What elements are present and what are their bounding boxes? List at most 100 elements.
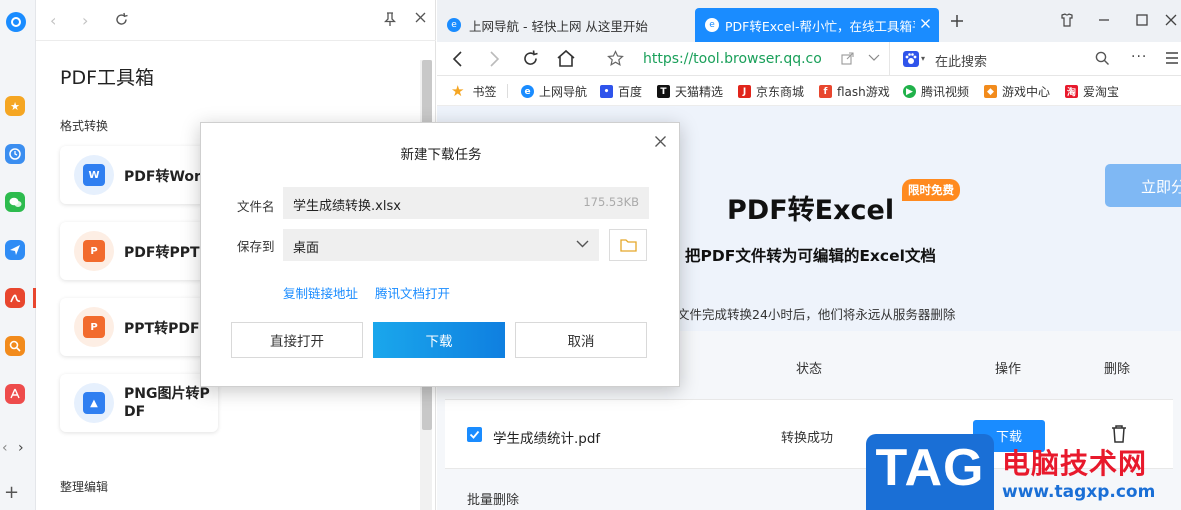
tag-logo-text: TAG — [875, 439, 985, 497]
bookmark-flash-games[interactable]: f flash游戏 — [819, 83, 890, 100]
share-now-button[interactable]: 立即分 — [1105, 164, 1181, 207]
tencent-video-icon: ▶ — [903, 85, 916, 98]
bookmark-divider — [507, 84, 508, 98]
history-clock-icon[interactable] — [5, 144, 25, 164]
bookmark-label: 天猫精选 — [675, 85, 724, 99]
share-icon[interactable] — [841, 52, 854, 65]
bookmark-label: 游戏中心 — [1002, 85, 1051, 99]
refresh-icon[interactable] — [521, 49, 540, 68]
panel-close-icon[interactable] — [414, 11, 427, 24]
bookmark-aitaobao[interactable]: 淘 爱淘宝 — [1065, 83, 1119, 100]
chevron-down-icon — [576, 239, 589, 249]
bookmark-tmall[interactable]: T 天猫精选 — [657, 83, 723, 100]
star-icon: ★ — [451, 82, 465, 100]
bookmarks-bar: ★ 书签 e 上网导航 • 百度 T 天猫精选 J 京东商城 f flash游戏… — [437, 76, 1181, 106]
dialog-close-icon[interactable] — [654, 135, 667, 148]
address-bar: https://tool.browser.qq.com ▾ 在此搜索 ··· — [437, 42, 1181, 76]
bookmark-star-icon[interactable] — [607, 50, 624, 67]
tool-ppt-to-pdf[interactable]: P PPT转PDF — [60, 298, 218, 356]
open-in-tencent-docs-link[interactable]: 腾讯文档打开 — [375, 283, 450, 302]
back-icon[interactable] — [451, 50, 465, 68]
search-icon[interactable] — [1095, 51, 1110, 66]
flash-icon: f — [819, 85, 832, 98]
open-directly-button[interactable]: 直接打开 — [231, 322, 363, 358]
pdf-toolbox-icon[interactable] — [5, 288, 25, 308]
tab-label: 上网导航 - 轻快上网 从这里开始 — [469, 18, 648, 34]
tool-png-to-pdf[interactable]: ▲ PNG图片转PDF — [60, 374, 218, 432]
aitaobao-icon: 淘 — [1065, 85, 1078, 98]
page-subtitle: 把PDF文件转为可编辑的Excel文档 — [685, 247, 936, 265]
bookmark-label: 上网导航 — [539, 85, 588, 99]
transfer-plane-icon[interactable] — [5, 240, 25, 260]
watermark-url: www.tagxp.com — [1002, 482, 1156, 502]
url-input[interactable]: https://tool.browser.qq.com — [643, 51, 821, 67]
panel-refresh-icon[interactable] — [114, 12, 129, 27]
pdf-to-word-icon: W — [74, 155, 114, 195]
jd-icon: J — [738, 85, 751, 98]
download-button[interactable]: 下载 — [373, 322, 505, 358]
bulk-delete-button[interactable]: 批量删除 — [467, 489, 519, 508]
ppt-to-pdf-icon: P — [74, 307, 114, 347]
add-icon[interactable]: + — [4, 484, 19, 502]
engine-caret-icon[interactable]: ▾ — [921, 54, 925, 63]
pin-icon[interactable] — [384, 12, 396, 27]
bookmark-tencent-video[interactable]: ▶ 腾讯视频 — [903, 83, 969, 100]
filesize: 175.53KB — [583, 195, 639, 209]
tool-pdf-to-word[interactable]: W PDF转Word — [60, 146, 218, 204]
more-menu-icon[interactable]: ··· — [1131, 49, 1147, 65]
row-checkbox[interactable] — [467, 427, 482, 442]
home-icon[interactable] — [556, 49, 576, 68]
wechat-icon[interactable] — [5, 192, 25, 212]
forward-icon[interactable] — [487, 50, 501, 68]
filename-label: 文件名 — [237, 199, 275, 214]
col-action: 操作 — [995, 362, 1022, 377]
bookmark-baidu[interactable]: • 百度 — [600, 83, 642, 100]
tool-pdf-to-ppt[interactable]: P PDF转PPT — [60, 222, 218, 280]
panel-forward-icon[interactable]: › — [82, 11, 88, 30]
panel-back-icon[interactable]: ‹ — [50, 11, 56, 30]
tab-close-icon[interactable] — [920, 18, 931, 29]
chevron-left-icon[interactable]: ‹ — [2, 440, 8, 456]
ie-e-icon: e — [521, 85, 534, 98]
dialog-title: 新建下载任务 — [400, 147, 482, 163]
favorites-star-icon[interactable]: ★ — [5, 96, 25, 116]
download-dialog: 新建下载任务 文件名 学生成绩转换.xlsx 175.53KB 保存到 桌面 复… — [200, 122, 680, 387]
copy-link-link[interactable]: 复制链接地址 — [283, 283, 358, 302]
qq-browser-logo-icon[interactable] — [6, 12, 26, 32]
bookmark-label: 书签 — [472, 85, 497, 99]
shirt-skin-icon[interactable] — [1059, 12, 1075, 28]
search-input[interactable]: 在此搜索 — [935, 51, 987, 70]
filename-field[interactable]: 学生成绩转换.xlsx 175.53KB — [283, 187, 649, 219]
bookmark-label: 京东商城 — [756, 85, 805, 99]
page-title: PDF转Excel — [727, 195, 895, 226]
bookmark-game-center[interactable]: ◆ 游戏中心 — [984, 83, 1050, 100]
folder-browse-button[interactable] — [609, 229, 647, 261]
tab-favicon-icon: e — [705, 18, 719, 32]
menu-hamburger-icon[interactable] — [1164, 50, 1180, 66]
search-tool-icon[interactable] — [5, 336, 25, 356]
new-tab-icon[interactable] — [949, 13, 965, 29]
file-status: 转换成功 — [781, 431, 834, 446]
url-dropdown-icon[interactable] — [868, 53, 880, 63]
section-format-convert: 格式转换 — [60, 119, 109, 133]
bookmark-label: 百度 — [618, 85, 643, 99]
bookmark-nav[interactable]: e 上网导航 — [521, 83, 587, 100]
minimize-icon[interactable] — [1097, 13, 1111, 27]
panel-divider — [36, 40, 436, 41]
bookmark-folder[interactable]: ★ 书签 — [451, 83, 496, 100]
bookmark-jd[interactable]: J 京东商城 — [738, 83, 804, 100]
cancel-button[interactable]: 取消 — [515, 322, 647, 358]
window-close-icon[interactable] — [1164, 13, 1178, 27]
tab-pdf-excel[interactable]: e PDF转Excel-帮小忙，在线工具箱平台 — [695, 8, 939, 42]
saveto-select[interactable]: 桌面 — [283, 229, 599, 261]
tag-logo-box: TAG — [866, 434, 994, 510]
maximize-icon[interactable] — [1135, 13, 1149, 27]
search-engine-paw-icon[interactable] — [903, 51, 919, 67]
col-status: 状态 — [796, 362, 823, 377]
free-badge: 限时免费 — [902, 179, 960, 201]
watermark-cn-text: 电脑技术网 — [1002, 447, 1148, 480]
chevron-right-icon[interactable]: › — [18, 440, 24, 456]
app-store-icon[interactable] — [5, 384, 25, 404]
pdf-to-ppt-icon: P — [74, 231, 114, 271]
tab-nav[interactable]: e 上网导航 - 轻快上网 从这里开始 — [447, 8, 697, 42]
